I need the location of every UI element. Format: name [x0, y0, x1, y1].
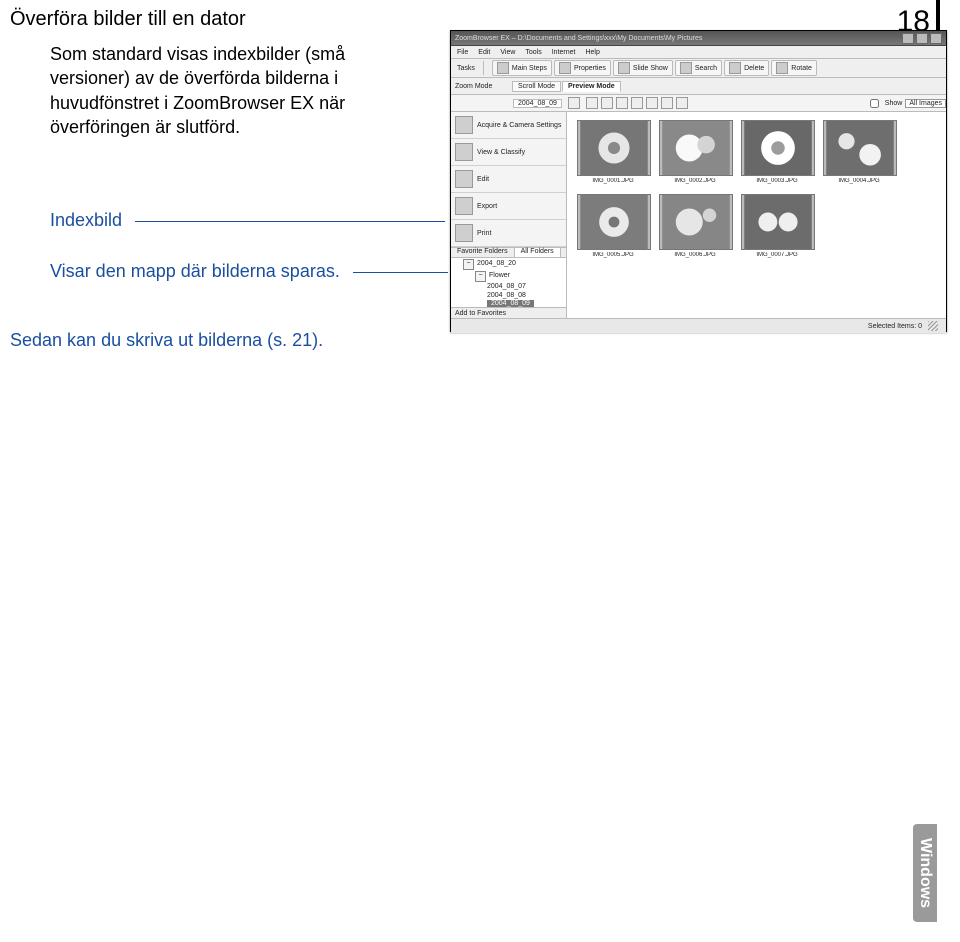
tb-main-steps-button[interactable]: Main Steps: [492, 60, 552, 76]
thumbnail[interactable]: IMG_0006.JPG: [659, 194, 731, 258]
document-icon: [497, 62, 509, 74]
camera-icon: [455, 116, 473, 134]
thumbnail-caption: IMG_0003.JPG: [741, 178, 813, 184]
info-icon[interactable]: [676, 97, 688, 109]
sub-toolbar: 2004_08_09 Show All Images: [451, 95, 946, 112]
menu-view[interactable]: View: [500, 49, 515, 56]
print-link[interactable]: Sedan kan du skriva ut bilderna (s. 21).: [10, 330, 323, 351]
thumbnail[interactable]: IMG_0003.JPG: [741, 120, 813, 184]
properties-icon: [559, 62, 571, 74]
chevron-up-icon[interactable]: [568, 97, 580, 109]
filter-icon[interactable]: [646, 97, 658, 109]
section-title: Överföra bilder till en dator: [10, 8, 246, 31]
task-panel: Acquire & Camera Settings View & Classif…: [451, 112, 567, 318]
selection-icon[interactable]: [661, 97, 673, 109]
thumbnail-caption: IMG_0005.JPG: [577, 252, 649, 258]
thumbnail[interactable]: IMG_0007.JPG: [741, 194, 813, 258]
window-title: ZoomBrowser EX – D:\Documents and Settin…: [455, 35, 702, 42]
thumbnail-caption: IMG_0001.JPG: [577, 178, 649, 184]
tab-preview-mode[interactable]: Preview Mode: [562, 81, 621, 92]
maximize-icon[interactable]: [916, 33, 928, 44]
breadcrumb[interactable]: 2004_08_09: [513, 99, 562, 108]
show-dropdown[interactable]: All Images: [905, 99, 946, 108]
thumbnail-caption: IMG_0007.JPG: [741, 252, 813, 258]
thumbnail-caption: IMG_0004.JPG: [823, 178, 895, 184]
menu-edit[interactable]: Edit: [478, 49, 490, 56]
tb-search-button[interactable]: Search: [675, 60, 722, 76]
callout-folder: Visar den mapp där bilderna sparas.: [50, 261, 440, 282]
thumbnail[interactable]: IMG_0004.JPG: [823, 120, 895, 184]
tree-collapse-icon[interactable]: −: [475, 271, 486, 282]
os-tab-windows: Windows: [913, 824, 937, 922]
tree-item-selected[interactable]: 2004_08_09: [487, 300, 534, 307]
callout-leader-line: [135, 221, 445, 222]
sub-toolbar-icons: [586, 97, 688, 109]
zoom-out-icon[interactable]: [601, 97, 613, 109]
show-checkbox[interactable]: [870, 99, 879, 108]
tb-delete-button[interactable]: Delete: [724, 60, 769, 76]
thumbnail-grid: IMG_0001.JPG IMG_0002.JPG IMG_0003.JPG I…: [567, 112, 946, 318]
export-icon: [455, 197, 473, 215]
tb-slideshow-button[interactable]: Slide Show: [613, 60, 673, 76]
sort-icon[interactable]: [631, 97, 643, 109]
tb-rotate-button[interactable]: Rotate: [771, 60, 817, 76]
thumbnail-caption: IMG_0006.JPG: [659, 252, 731, 258]
task-export[interactable]: Export: [451, 193, 566, 220]
toolbar: Tasks Main Steps Properties Slide Show S…: [451, 59, 946, 78]
folder-tabs: Favorite Folders All Folders: [451, 247, 566, 258]
thumbnail-caption: IMG_0002.JPG: [659, 178, 731, 184]
task-view-classify[interactable]: View & Classify: [451, 139, 566, 166]
menu-file[interactable]: File: [457, 49, 468, 56]
window-titlebar[interactable]: ZoomBrowser EX – D:\Documents and Settin…: [451, 31, 946, 46]
body-paragraph: Som standard visas indexbilder (små vers…: [50, 42, 430, 139]
thumbnail[interactable]: IMG_0002.JPG: [659, 120, 731, 184]
callout-label: Indexbild: [50, 210, 122, 230]
toolbar-divider: [483, 61, 484, 75]
toolbar-label-tasks: Tasks: [457, 65, 475, 72]
tree-item[interactable]: 2004_08_08: [487, 291, 566, 300]
callout-indexbild: Indexbild: [50, 210, 440, 231]
tab-scroll-mode[interactable]: Scroll Mode: [512, 81, 561, 92]
task-acquire[interactable]: Acquire & Camera Settings: [451, 112, 566, 139]
menubar: File Edit View Tools Internet Help: [451, 46, 946, 59]
print-icon: [455, 224, 473, 242]
tb-properties-button[interactable]: Properties: [554, 60, 611, 76]
folder-tree[interactable]: −2004_08_20 −Flower 2004_08_07 2004_08_0…: [451, 258, 566, 309]
task-edit[interactable]: Edit: [451, 166, 566, 193]
rotate-icon: [776, 62, 788, 74]
callout-label: Visar den mapp där bilderna sparas.: [50, 261, 340, 281]
close-icon[interactable]: [930, 33, 942, 44]
thumbnail-size-icon[interactable]: [616, 97, 628, 109]
view-icon: [455, 143, 473, 161]
menu-tools[interactable]: Tools: [525, 49, 541, 56]
tree-item[interactable]: 2004_08_07: [487, 282, 566, 291]
thumbnail[interactable]: IMG_0005.JPG: [577, 194, 649, 258]
add-to-favorites-button[interactable]: Add to Favorites: [451, 308, 566, 318]
search-icon: [680, 62, 692, 74]
slideshow-icon: [618, 62, 630, 74]
delete-icon: [729, 62, 741, 74]
resize-grip-icon[interactable]: [928, 321, 938, 331]
status-bar: Selected Items: 0: [451, 318, 946, 333]
callout-leader-line: [353, 272, 448, 273]
task-print[interactable]: Print: [451, 220, 566, 247]
minimize-icon[interactable]: [902, 33, 914, 44]
menu-help[interactable]: Help: [585, 49, 599, 56]
zoom-in-icon[interactable]: [586, 97, 598, 109]
main-content: Acquire & Camera Settings View & Classif…: [451, 112, 946, 318]
thumbnail[interactable]: IMG_0001.JPG: [577, 120, 649, 184]
mode-bar: Zoom Mode Scroll Mode Preview Mode: [451, 78, 946, 95]
edit-icon: [455, 170, 473, 188]
zoombrowser-window: ZoomBrowser EX – D:\Documents and Settin…: [450, 30, 947, 332]
status-text: Selected Items: 0: [868, 323, 922, 330]
tab-all-folders[interactable]: All Folders: [515, 248, 561, 257]
tab-favorite-folders[interactable]: Favorite Folders: [451, 248, 515, 257]
menu-internet[interactable]: Internet: [552, 49, 576, 56]
mode-label: Zoom Mode: [451, 83, 512, 90]
tree-collapse-icon[interactable]: −: [463, 259, 474, 270]
show-label: Show: [885, 100, 903, 107]
